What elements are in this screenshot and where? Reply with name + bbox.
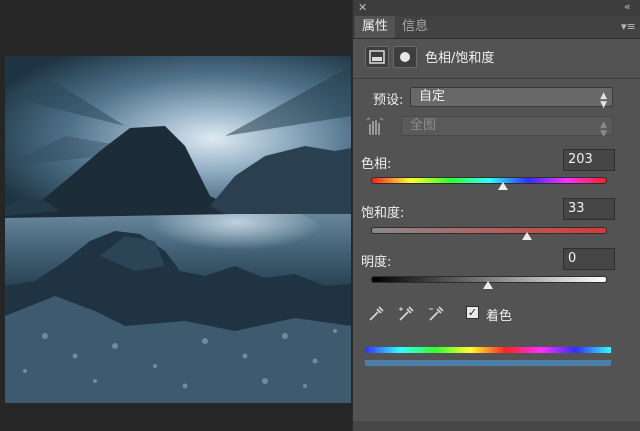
- preset-dropdown[interactable]: 自定 ▲ ▼: [410, 87, 613, 110]
- saturation-label: 饱和度:: [361, 206, 405, 221]
- close-icon[interactable]: ✕: [358, 1, 367, 14]
- header-divider: [353, 78, 640, 79]
- colorize-label: 着色: [486, 309, 513, 324]
- panel-bottom-toolbar: [353, 421, 640, 431]
- document-canvas[interactable]: [0, 0, 352, 431]
- hue-input[interactable]: 203: [563, 149, 615, 171]
- adjustment-layer-icon[interactable]: [365, 46, 389, 68]
- eyedropper-icon[interactable]: [367, 305, 385, 323]
- dropdown-arrows-icon: ▲ ▼: [600, 120, 607, 139]
- hue-spectrum-bar: [365, 347, 611, 353]
- lightness-input[interactable]: 0: [563, 248, 615, 270]
- saturation-input[interactable]: 33: [563, 198, 615, 220]
- saturation-slider-thumb[interactable]: [521, 232, 532, 240]
- colorized-result-bar: [365, 360, 611, 366]
- adjustment-title: 色相/饱和度: [425, 51, 495, 66]
- hue-label: 色相:: [361, 157, 392, 172]
- preset-label: 预设:: [373, 93, 404, 108]
- tab-properties[interactable]: 属性: [355, 16, 396, 38]
- panel-menu-icon[interactable]: ▾≡: [621, 20, 636, 33]
- eyedropper-minus-icon[interactable]: [427, 305, 445, 323]
- mask-icon[interactable]: [393, 46, 417, 68]
- channel-value: 全图: [410, 118, 437, 133]
- targeted-adjustment-hand-icon[interactable]: [365, 116, 385, 136]
- lightness-slider-thumb[interactable]: [483, 281, 493, 289]
- hue-slider-thumb[interactable]: [497, 182, 508, 190]
- hue-slider-track[interactable]: [371, 177, 607, 184]
- channel-dropdown[interactable]: 全图 ▲ ▼: [401, 116, 613, 139]
- collapse-icon[interactable]: «: [624, 0, 631, 13]
- lightness-label: 明度:: [361, 255, 392, 270]
- preset-value: 自定: [419, 89, 446, 104]
- dropdown-arrows-icon: ▲ ▼: [600, 91, 607, 110]
- eyedropper-plus-icon[interactable]: [397, 305, 415, 323]
- properties-panel: ✕ « 属性 信息 ▾≡ 色相/饱和度 预设: 自定 ▲ ▼ 全图 ▲ ▼ 色相: …: [352, 0, 640, 431]
- tab-info[interactable]: 信息: [395, 16, 435, 38]
- panel-tabs: 属性 信息 ▾≡: [353, 16, 640, 39]
- document-image: [5, 56, 351, 403]
- saturation-slider-track[interactable]: [371, 227, 607, 234]
- colorize-checkbox[interactable]: ✓: [466, 306, 479, 319]
- panel-topbar: ✕ «: [353, 0, 640, 16]
